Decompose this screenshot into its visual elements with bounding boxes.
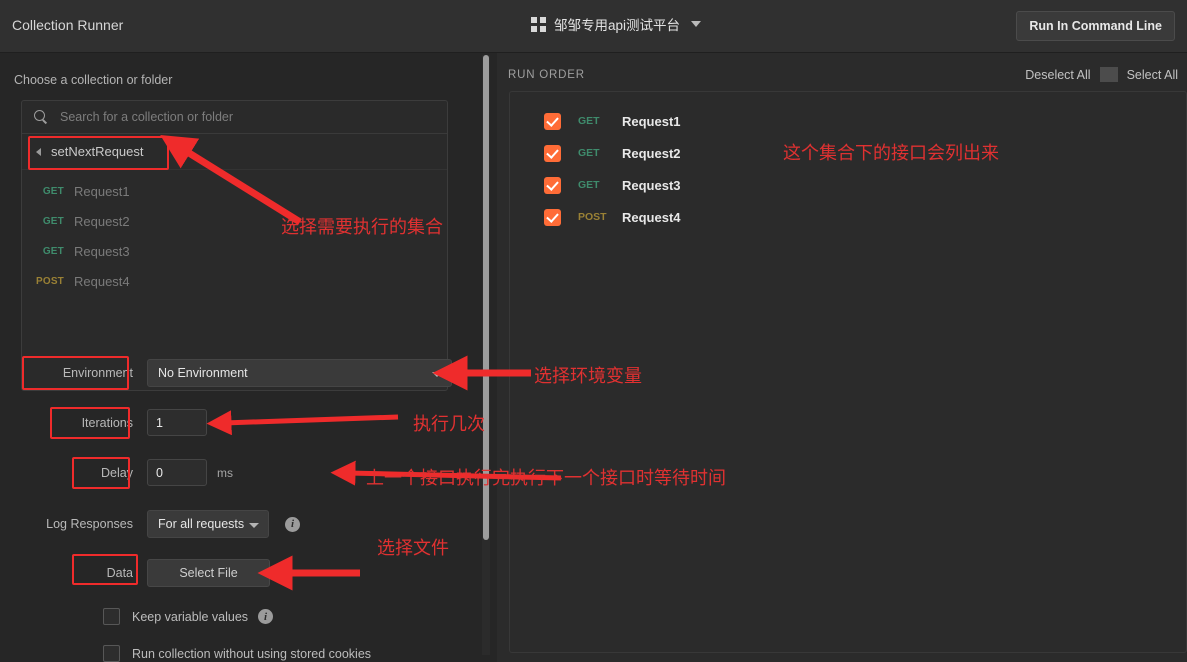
list-item[interactable]: POST Request4 [22,266,447,296]
log-responses-row: Log Responses For all requests i [21,510,300,538]
method-badge: GET [578,147,600,159]
environment-row: Environment No Environment [21,359,452,387]
chevron-down-icon [432,372,442,377]
search-input[interactable] [58,109,388,125]
table-row[interactable]: GET Request1 [510,105,1186,137]
run-row-checkbox[interactable] [544,208,561,226]
search-row [22,101,447,134]
annotation-choose-collection: 选择需要执行的集合 [281,217,443,238]
method-badge: GET [578,179,600,191]
no-stored-cookies-checkbox[interactable] [103,645,120,662]
run-row-checkbox[interactable] [544,112,561,130]
request-name: Request4 [622,209,681,225]
run-in-command-line-button[interactable]: Run In Command Line [1016,11,1175,41]
iterations-input[interactable] [147,409,207,436]
left-panel: Choose a collection or folder setNextReq… [0,53,490,662]
chevron-down-icon [249,523,259,528]
run-row-checkbox[interactable] [544,176,561,194]
log-responses-label: Log Responses [46,517,133,531]
info-icon[interactable]: i [258,609,274,624]
request-name: Request1 [74,183,130,199]
collection-runner-window: Collection Runner 邹邹专用api测试平台 Run In Com… [0,0,1187,662]
delay-input[interactable] [147,459,207,486]
data-row: Data Select File [21,559,270,587]
select-file-button[interactable]: Select File [147,559,270,587]
divider [1099,67,1118,82]
iterations-label: Iterations [81,415,133,430]
collection-name: setNextRequest [51,144,144,159]
log-responses-value: For all requests [158,517,245,531]
chevron-left-icon [36,147,41,156]
annotation-environment: 选择环境变量 [534,366,642,387]
workspace-selector[interactable]: 邹邹专用api测试平台 [531,14,702,34]
request-name: Request3 [622,177,681,193]
run-order-actions: Deselect All Select All [1016,67,1187,82]
info-icon[interactable]: i [285,516,300,532]
no-stored-cookies-label: Run collection without using stored cook… [132,646,372,661]
keep-variable-values-checkbox[interactable] [103,608,120,625]
environment-select[interactable]: No Environment [147,359,452,387]
list-item[interactable]: GET Request1 [22,176,447,206]
table-row[interactable]: GET Request3 [510,169,1186,201]
method-badge: POST [578,211,607,223]
method-badge: GET [42,245,64,257]
method-badge: GET [42,185,64,197]
choose-collection-label: Choose a collection or folder [14,73,173,87]
chevron-down-icon [691,21,702,27]
method-badge: GET [42,215,64,227]
workspace-name: 邹邹专用api测试平台 [554,18,681,33]
deselect-all-button[interactable]: Deselect All [1016,68,1099,82]
data-label: Data [106,566,133,580]
select-all-button[interactable]: Select All [1118,68,1187,82]
annotation-delay: 上一个接口执行完执行下一个接口时等待时间 [366,468,726,489]
table-row[interactable]: POST Request4 [510,201,1186,233]
request-name: Request4 [74,273,130,289]
search-icon [34,110,48,124]
grid-icon [531,16,546,32]
request-name: Request3 [74,243,130,259]
list-item[interactable]: GET Request3 [22,236,447,266]
delay-unit-label: ms [217,465,233,480]
annotation-data: 选择文件 [377,538,449,559]
method-badge: GET [578,115,600,127]
no-stored-cookies-row: Run collection without using stored cook… [103,645,371,662]
keep-variable-values-row: Keep variable values i [103,608,274,625]
environment-value: No Environment [158,366,248,380]
collection-tree-item[interactable]: setNextRequest [22,134,447,170]
request-name: Request2 [74,213,130,229]
annotation-iterations: 执行几次 [413,414,485,435]
top-bar: Collection Runner 邹邹专用api测试平台 Run In Com… [0,0,1187,53]
keep-variable-values-label: Keep variable values [132,609,249,624]
environment-label: Environment [62,366,133,380]
method-badge: POST [35,275,64,287]
request-name: Request1 [622,113,681,129]
collection-chooser: setNextRequest GET Request1 GET Request2… [21,100,448,391]
left-panel-scrollbar[interactable] [482,55,490,655]
delay-label: Delay [101,465,133,480]
annotation-run-order: 这个集合下的接口会列出来 [783,143,999,164]
log-responses-select[interactable]: For all requests [147,510,269,538]
delay-row: Delay ms [21,459,233,486]
request-name: Request2 [622,145,681,161]
run-row-checkbox[interactable] [544,144,561,162]
run-order-label: RUN ORDER [508,69,585,81]
iterations-row: Iterations [21,409,207,436]
page-title: Collection Runner [12,17,124,33]
